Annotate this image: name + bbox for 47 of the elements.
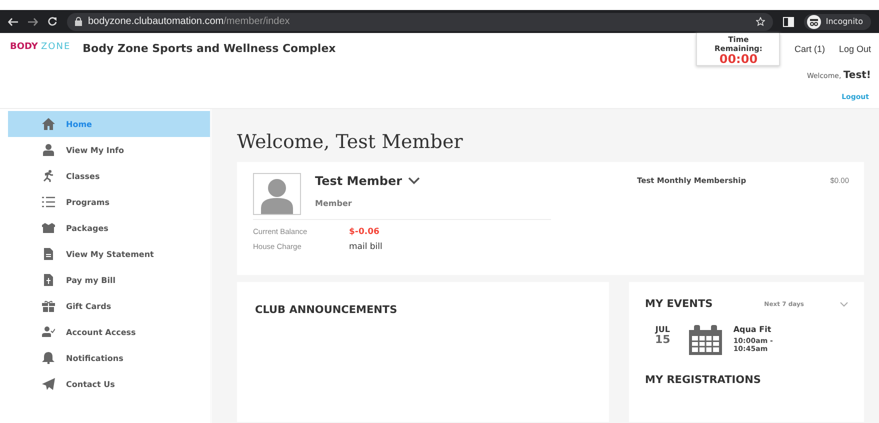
home-icon	[42, 118, 55, 130]
back-icon[interactable]	[8, 18, 18, 26]
paper-plane-icon	[42, 378, 55, 390]
lock-icon	[75, 17, 82, 26]
star-icon[interactable]	[756, 17, 765, 26]
side-panel-icon[interactable]	[782, 16, 794, 26]
section-title: MY REGISTRATIONS	[645, 374, 762, 386]
sidebar-item[interactable]: Gift Cards	[8, 293, 210, 319]
event-day: 15	[655, 334, 670, 345]
sidebar-item[interactable]: Pay my Bill	[8, 267, 210, 293]
sidebar-item[interactable]: Programs	[8, 189, 210, 215]
gift-icon	[42, 300, 55, 312]
sidebar-item[interactable]: Classes	[8, 163, 210, 189]
forward-icon[interactable]	[28, 18, 38, 26]
address-bar[interactable]: bodyzone.clubautomation.com/member/index	[67, 12, 773, 30]
field-value: mail bill	[349, 242, 382, 252]
person-check-icon	[42, 326, 55, 338]
field-value: $-0.06	[349, 227, 380, 237]
incognito-icon	[806, 14, 821, 28]
site-title: Body Zone Sports and Wellness Complex	[82, 42, 336, 55]
reload-icon[interactable]	[48, 17, 57, 26]
profile-chip[interactable]: Incognito	[804, 14, 871, 30]
page-heading: Welcome, Test Member	[237, 131, 464, 153]
logo[interactable]: BODY ZONE	[10, 42, 71, 52]
user-name: Test!	[843, 70, 871, 81]
section-title: MY EVENTS	[645, 298, 714, 310]
header-link[interactable]: Cart (1)	[794, 33, 825, 54]
sidebar-item[interactable]: View My Statement	[8, 241, 210, 267]
member-role: Member	[315, 199, 353, 208]
calendar-icon	[688, 325, 724, 355]
sidebar-item[interactable]: Packages	[8, 215, 210, 241]
section-title: CLUB ANNOUNCEMENTS	[255, 304, 398, 316]
chevron-down-icon[interactable]	[408, 177, 420, 185]
runner-icon	[42, 170, 55, 182]
event-name[interactable]: Aqua Fit	[733, 325, 773, 334]
event-month: JUL	[655, 325, 670, 334]
member-name[interactable]: Test Member	[315, 174, 402, 188]
avatar-icon	[253, 173, 301, 215]
list-icon	[42, 196, 55, 208]
document-icon	[42, 248, 55, 260]
sidebar-item[interactable]: Notifications	[8, 345, 210, 371]
person-icon	[42, 144, 55, 156]
header-link[interactable]: Log Out	[838, 33, 871, 54]
sidebar-item[interactable]: Contact Us	[8, 371, 210, 397]
sidebar-item[interactable]: View My Info	[8, 137, 210, 163]
bell-icon	[42, 352, 55, 364]
sidebar-item[interactable]: Account Access	[8, 319, 210, 345]
